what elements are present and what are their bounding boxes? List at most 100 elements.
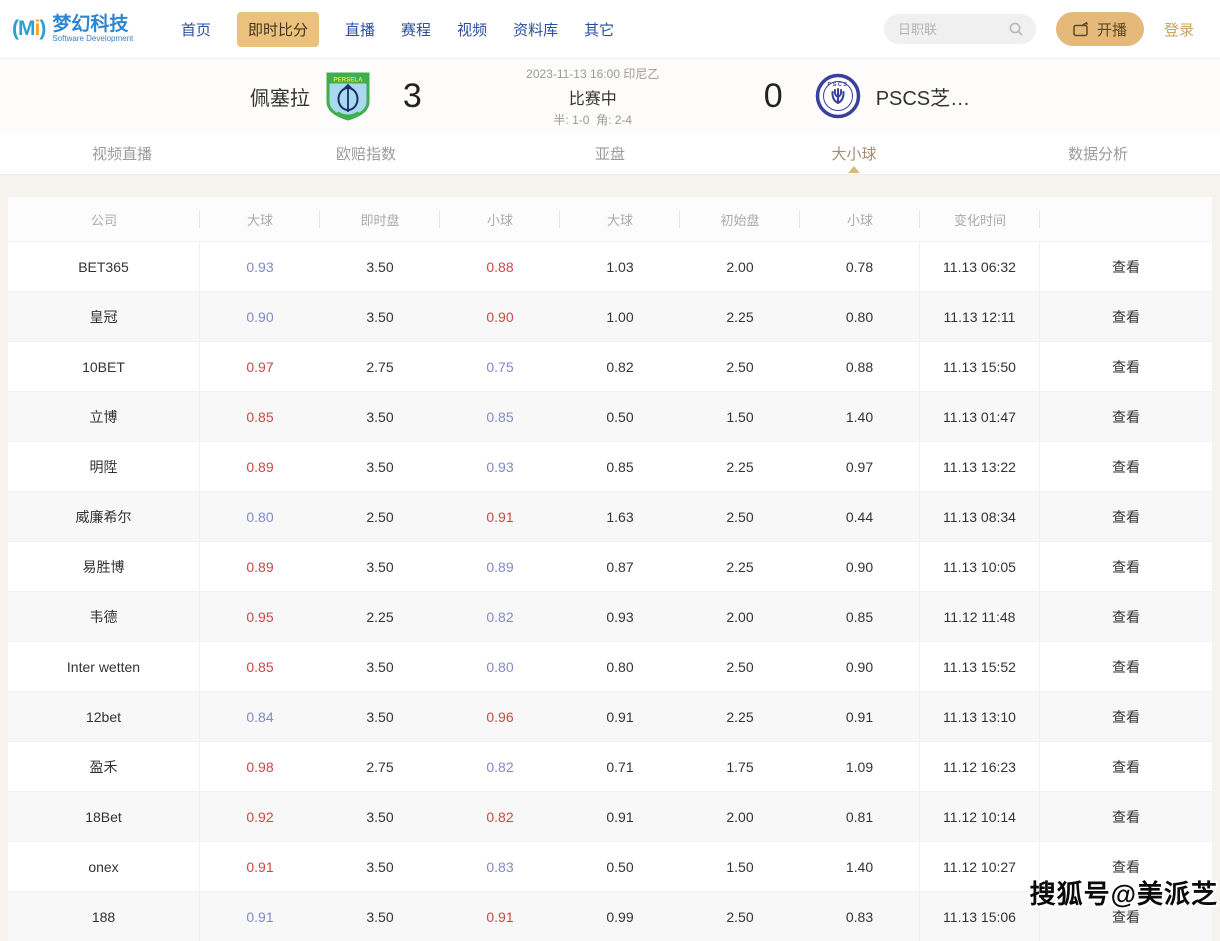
view-link[interactable]: 查看 [1112, 657, 1140, 677]
initial-odds-cell: 0.99 [560, 892, 680, 941]
change-time-cell: 11.13 15:50 [920, 342, 1040, 391]
initial-odds-cell: 0.93 [560, 592, 680, 641]
topbar-right: 开播 登录 [884, 12, 1194, 46]
company-cell: BET365 [8, 242, 200, 291]
live-odds-cell: 0.95 [200, 592, 320, 641]
initial-odds-cell: 1.40 [800, 392, 920, 441]
tab-euro-odds[interactable]: 欧赔指数 [244, 133, 488, 174]
table-body: BET3650.933.500.881.032.000.7811.13 06:3… [8, 241, 1212, 941]
initial-odds-cell: 0.88 [800, 342, 920, 391]
nav-item-live-score[interactable]: 即时比分 [237, 12, 319, 47]
live-odds-cell: 3.50 [320, 292, 440, 341]
initial-odds-cell: 0.80 [560, 642, 680, 691]
table-row: 18Bet0.923.500.820.912.000.8111.12 10:14… [8, 791, 1212, 841]
live-odds-cell: 0.91 [200, 842, 320, 891]
view-link[interactable]: 查看 [1112, 507, 1140, 527]
live-odds-cell: 2.50 [320, 492, 440, 541]
view-link[interactable]: 查看 [1112, 807, 1140, 827]
view-link[interactable]: 查看 [1112, 357, 1140, 377]
live-odds-cell: 3.50 [320, 792, 440, 841]
view-cell: 查看 [1040, 292, 1212, 341]
live-odds-cell: 0.85 [200, 642, 320, 691]
tab-asian-handicap[interactable]: 亚盘 [488, 133, 732, 174]
live-odds-cell: 0.90 [200, 292, 320, 341]
initial-odds-cell: 2.50 [680, 492, 800, 541]
change-time-cell: 11.13 15:06 [920, 892, 1040, 941]
table-row: 皇冠0.903.500.901.002.250.8011.13 12:11查看 [8, 291, 1212, 341]
initial-odds-cell: 1.03 [560, 242, 680, 291]
live-odds-cell: 0.85 [440, 392, 560, 441]
logo-title: 梦幻科技 [52, 15, 133, 35]
away-team-name: PSCS芝… [876, 82, 970, 111]
search-icon[interactable] [1008, 21, 1024, 37]
column-header-2: 即时盘 [320, 197, 440, 241]
view-link[interactable]: 查看 [1112, 407, 1140, 427]
view-cell: 查看 [1040, 642, 1212, 691]
start-broadcast-button[interactable]: 开播 [1056, 12, 1144, 46]
search-input[interactable] [896, 21, 1008, 38]
view-link[interactable]: 查看 [1112, 707, 1140, 727]
nav-item-live[interactable]: 直播 [345, 19, 375, 40]
table-row: 威廉希尔0.802.500.911.632.500.4411.13 08:34查… [8, 491, 1212, 541]
change-time-cell: 11.13 12:11 [920, 292, 1040, 341]
live-odds-cell: 3.50 [320, 442, 440, 491]
initial-odds-cell: 0.85 [800, 592, 920, 641]
table-row: BET3650.933.500.881.032.000.7811.13 06:3… [8, 241, 1212, 291]
company-cell: 明陞 [8, 442, 200, 491]
live-odds-cell: 0.93 [200, 242, 320, 291]
initial-odds-cell: 0.90 [800, 542, 920, 591]
live-odds-cell: 3.50 [320, 692, 440, 741]
view-cell: 查看 [1040, 742, 1212, 791]
nav-item-home[interactable]: 首页 [181, 19, 211, 40]
match-status: 比赛中 [478, 85, 708, 109]
initial-odds-cell: 2.00 [680, 592, 800, 641]
site-logo[interactable]: (Mi) 梦幻科技 Software Development [12, 15, 154, 43]
view-cell: 查看 [1040, 242, 1212, 291]
live-odds-cell: 0.91 [440, 892, 560, 941]
nav-item-other[interactable]: 其它 [584, 19, 614, 40]
logo-text: 梦幻科技 Software Development [52, 15, 133, 43]
change-time-cell: 11.13 13:22 [920, 442, 1040, 491]
initial-odds-cell: 2.25 [680, 542, 800, 591]
view-cell: 查看 [1040, 392, 1212, 441]
initial-odds-cell: 1.40 [800, 842, 920, 891]
search-box[interactable] [884, 14, 1036, 44]
change-time-cell: 11.13 08:34 [920, 492, 1040, 541]
change-time-cell: 11.13 06:32 [920, 242, 1040, 291]
login-link[interactable]: 登录 [1164, 19, 1194, 40]
tab-video-live[interactable]: 视频直播 [0, 133, 244, 174]
tab-data-analysis[interactable]: 数据分析 [976, 133, 1220, 174]
view-cell: 查看 [1040, 342, 1212, 391]
view-link[interactable]: 查看 [1112, 257, 1140, 277]
initial-odds-cell: 1.50 [680, 842, 800, 891]
view-link[interactable]: 查看 [1112, 757, 1140, 777]
watermark: 搜狐号@美派芝 [1030, 874, 1218, 911]
initial-odds-cell: 1.63 [560, 492, 680, 541]
initial-odds-cell: 2.50 [680, 342, 800, 391]
content-area: 公司大球即时盘小球大球初始盘小球变化时间 BET3650.933.500.881… [0, 175, 1220, 941]
table-row: 易胜博0.893.500.890.872.250.9011.13 10:05查看 [8, 541, 1212, 591]
tab-over-under[interactable]: 大小球 [732, 133, 976, 174]
live-odds-cell: 0.89 [440, 542, 560, 591]
change-time-cell: 11.12 11:48 [920, 592, 1040, 641]
nav-item-video[interactable]: 视频 [457, 19, 487, 40]
live-odds-cell: 3.50 [320, 392, 440, 441]
view-link[interactable]: 查看 [1112, 307, 1140, 327]
initial-odds-cell: 0.87 [560, 542, 680, 591]
table-row: 盈禾0.982.750.820.711.751.0911.12 16:23查看 [8, 741, 1212, 791]
company-cell: Inter wetten [8, 642, 200, 691]
view-link[interactable]: 查看 [1112, 607, 1140, 627]
initial-odds-cell: 2.50 [680, 642, 800, 691]
initial-odds-cell: 0.80 [800, 292, 920, 341]
live-odds-cell: 0.91 [200, 892, 320, 941]
svg-text:PSCS: PSCS [827, 82, 848, 88]
match-half-corner: 半: 1-0 角: 2-4 [478, 111, 708, 128]
nav-item-database[interactable]: 资料库 [513, 19, 558, 40]
view-link[interactable]: 查看 [1112, 457, 1140, 477]
company-cell: 18Bet [8, 792, 200, 841]
column-header-0: 公司 [8, 197, 200, 241]
broadcast-camera-icon [1073, 22, 1090, 37]
view-link[interactable]: 查看 [1112, 557, 1140, 577]
nav-item-schedule[interactable]: 赛程 [401, 19, 431, 40]
initial-odds-cell: 0.82 [560, 342, 680, 391]
